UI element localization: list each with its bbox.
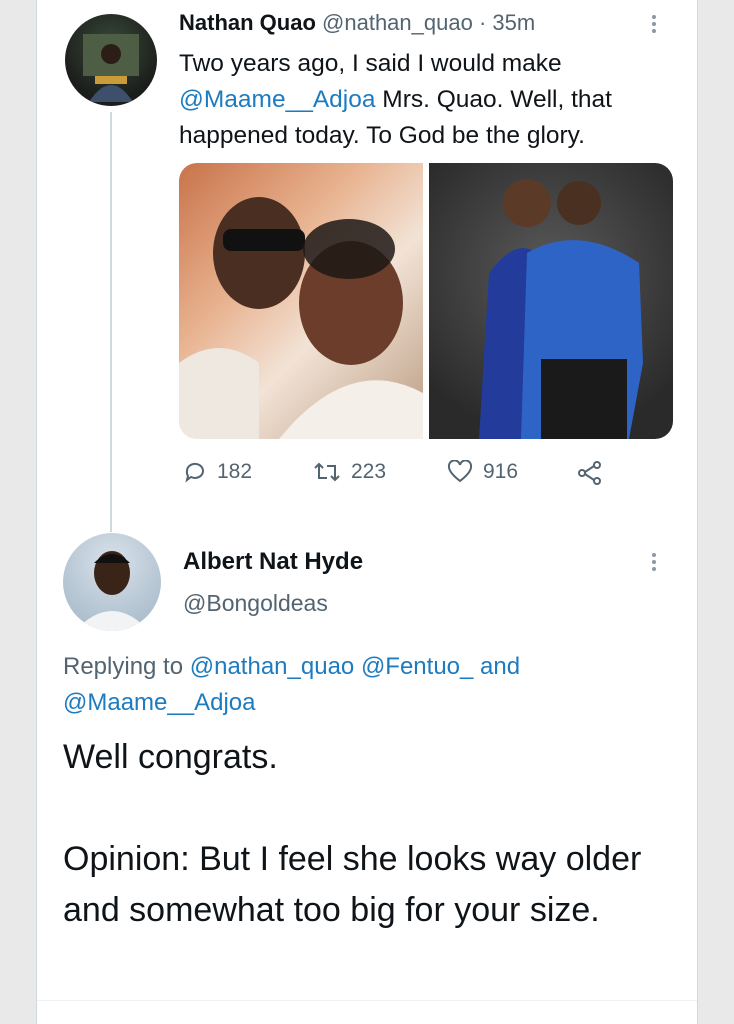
reply-author-name[interactable]: Albert Nat Hyde xyxy=(183,548,363,576)
tweet-action-bar: 182 223 916 xyxy=(183,460,613,492)
reply-tweet-text: Well congrats. Opinion: But I feel she l… xyxy=(63,732,663,987)
media-photo-portrait[interactable] xyxy=(429,163,673,439)
like-action[interactable]: 916 xyxy=(447,460,518,484)
like-icon xyxy=(447,460,473,484)
reply-author-handle[interactable]: @Bongoldeas xyxy=(183,590,328,617)
share-icon xyxy=(577,460,603,486)
replying-mention[interactable]: @Maame__Adjoa xyxy=(63,689,255,716)
divider xyxy=(37,1000,697,1001)
avatar-albert-nat-hyde[interactable] xyxy=(63,533,161,631)
retweet-action[interactable]: 223 xyxy=(313,460,386,484)
share-action[interactable] xyxy=(577,460,603,486)
replying-to-line: Replying to @nathan_quao @Fentuo_ and @M… xyxy=(63,649,663,721)
author-name[interactable]: Nathan Quao xyxy=(179,10,316,35)
tweet-header: Nathan Quao @nathan_quao · 35m xyxy=(179,10,535,36)
mention-link[interactable]: @Maame__Adjoa xyxy=(179,86,375,113)
replying-mention[interactable]: @Fentuo_ xyxy=(361,653,473,680)
reply-count: 182 xyxy=(217,460,253,483)
more-icon[interactable] xyxy=(651,12,657,36)
header-separator: · xyxy=(478,10,487,35)
reply-icon xyxy=(183,460,207,484)
replying-and-link[interactable]: and xyxy=(480,653,520,680)
retweet-count: 223 xyxy=(351,460,387,483)
avatar-nathan-quao[interactable] xyxy=(65,14,157,106)
author-handle[interactable]: @nathan_quao xyxy=(322,10,473,35)
reply-text-paragraph: Opinion: But I feel she looks way older … xyxy=(63,840,642,929)
like-count: 916 xyxy=(483,460,519,483)
reply-action[interactable]: 182 xyxy=(183,460,252,484)
tweet-thread-card: Nathan Quao @nathan_quao · 35m Two years… xyxy=(36,0,698,1024)
replying-to-label: Replying to xyxy=(63,653,184,680)
reply-text-paragraph: Well congrats. xyxy=(63,738,278,776)
tweet-media-grid xyxy=(179,163,673,439)
more-icon[interactable] xyxy=(651,550,657,574)
tweet-text: Two years ago, I said I would make @Maam… xyxy=(179,46,669,154)
media-photo-selfie[interactable] xyxy=(179,163,423,439)
tweet-text-part1: Two years ago, I said I would make xyxy=(179,50,562,77)
retweet-icon xyxy=(313,460,341,484)
tweet-timestamp[interactable]: 35m xyxy=(492,10,535,35)
thread-connector-line xyxy=(110,112,112,532)
replying-mention[interactable]: @nathan_quao xyxy=(190,653,355,680)
